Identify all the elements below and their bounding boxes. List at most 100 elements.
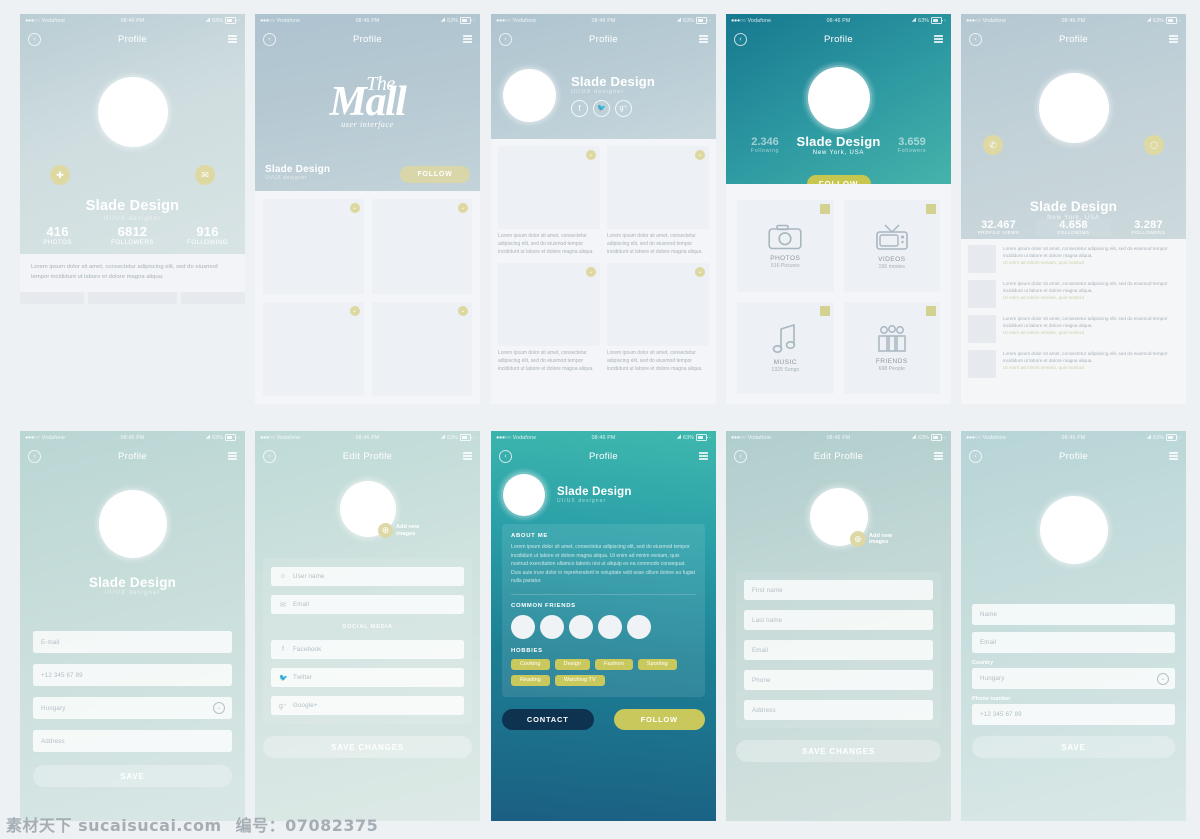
back-button[interactable]: ‹: [499, 449, 512, 463]
facebook-field[interactable]: f Facebook: [271, 640, 464, 659]
hobby-tag[interactable]: Reading: [511, 674, 550, 686]
friend-avatar[interactable]: [598, 614, 622, 639]
add-images-button[interactable]: ⊕ Add new images: [850, 531, 899, 547]
feed-card[interactable]: ⌄ Lorem ipsum dolor sit amet, consectetu…: [607, 263, 709, 373]
menu-icon[interactable]: [926, 306, 936, 316]
tile-music[interactable]: MUSIC 1325 Songs: [737, 302, 834, 394]
menu-button[interactable]: [699, 35, 708, 43]
back-button[interactable]: ‹: [969, 32, 982, 46]
save-changes-button[interactable]: SAVE CHANGES: [736, 740, 941, 762]
tile-videos[interactable]: VIDEOS 156 movies: [843, 200, 940, 292]
chevron-down-icon[interactable]: ⌄: [349, 305, 360, 316]
add-friend-button[interactable]: ✚: [50, 165, 70, 185]
chevron-down-icon[interactable]: ⌄: [586, 150, 596, 160]
thumb-tile[interactable]: [87, 292, 178, 304]
email-field[interactable]: E-mail: [33, 631, 232, 653]
username-field[interactable]: ☺ User name: [271, 567, 464, 586]
feed-card[interactable]: ⌄ Lorem ipsum dolor sit amet, consectetu…: [498, 263, 600, 373]
country-select[interactable]: Hungary ⌄: [33, 697, 232, 719]
feed-card[interactable]: ⌄: [371, 199, 472, 294]
friend-avatar[interactable]: [569, 614, 593, 639]
phone-field[interactable]: +12 345 67 89: [972, 704, 1175, 725]
tile-friends[interactable]: FRIENDS 698 People: [843, 302, 940, 394]
list-item-link[interactable]: Ut enim ad minim veniam, quis nostrud: [1003, 365, 1179, 370]
follow-button[interactable]: FOLLOW: [613, 708, 705, 730]
back-button[interactable]: ‹: [734, 449, 747, 463]
feed-card[interactable]: ⌄: [263, 199, 364, 294]
phone-field[interactable]: Phone: [744, 670, 933, 690]
save-button[interactable]: SAVE: [972, 736, 1175, 758]
list-item-link[interactable]: Ut enim ad minim veniam, quis nostrud: [1003, 295, 1179, 300]
menu-button[interactable]: [934, 452, 943, 460]
twitter-button[interactable]: 🐦: [593, 99, 610, 117]
hobby-tag[interactable]: Fashion: [594, 658, 633, 670]
menu-icon[interactable]: [819, 306, 830, 316]
hobby-tag[interactable]: Design: [554, 658, 590, 670]
feed-card[interactable]: ⌄: [371, 301, 472, 396]
first-name-field[interactable]: First name: [744, 580, 933, 600]
twitter-field[interactable]: 🐦 Twitter: [271, 668, 464, 687]
back-button[interactable]: ‹: [734, 32, 747, 46]
chevron-down-icon[interactable]: ⌄: [695, 150, 705, 160]
friend-avatar[interactable]: [540, 614, 564, 639]
chat-button[interactable]: ◯: [1144, 135, 1164, 155]
chevron-down-icon[interactable]: ⌄: [586, 267, 596, 278]
contact-button[interactable]: CONTACT: [502, 708, 594, 730]
back-button[interactable]: ‹: [28, 32, 41, 46]
chevron-down-icon[interactable]: ⌄: [1157, 672, 1169, 685]
message-button[interactable]: ✉: [195, 165, 215, 185]
menu-button[interactable]: [463, 452, 472, 460]
hobby-tag[interactable]: Sporting: [637, 658, 677, 670]
menu-button[interactable]: [228, 452, 237, 460]
thumb-tile[interactable]: [20, 292, 84, 304]
email-field[interactable]: Email: [972, 632, 1175, 653]
back-button[interactable]: ‹: [263, 449, 276, 463]
back-button[interactable]: ‹: [969, 449, 982, 463]
menu-icon[interactable]: [926, 204, 936, 214]
list-item[interactable]: Lorem ipsum dolor sit amet, consectetur …: [968, 315, 1179, 343]
list-item[interactable]: Lorem ipsum dolor sit amet, consectetur …: [968, 245, 1179, 273]
country-select[interactable]: Hungary ⌄: [972, 668, 1175, 689]
feed-card[interactable]: ⌄ Lorem ipsum dolor sit amet, consectetu…: [607, 146, 709, 256]
chevron-down-icon[interactable]: ⌄: [349, 203, 360, 213]
chevron-down-icon[interactable]: ⌄: [458, 203, 468, 213]
add-images-button[interactable]: ⊕ Add new images: [378, 523, 426, 538]
save-button[interactable]: SAVE: [33, 765, 232, 787]
name-field[interactable]: Name: [972, 604, 1175, 625]
email-field[interactable]: ✉ Email: [271, 595, 464, 614]
friend-avatar[interactable]: [511, 614, 535, 639]
call-button[interactable]: ✆: [983, 135, 1003, 155]
phone-field[interactable]: +12 345 67 89: [33, 664, 232, 686]
back-button[interactable]: ‹: [263, 32, 276, 46]
menu-button[interactable]: [463, 35, 472, 43]
chevron-down-icon[interactable]: ⌄: [458, 305, 468, 316]
hobby-tag[interactable]: Watching TV: [554, 674, 605, 686]
facebook-button[interactable]: f: [571, 99, 588, 117]
menu-icon[interactable]: [819, 204, 830, 214]
googleplus-button[interactable]: g⁺: [615, 99, 632, 117]
hobby-tag[interactable]: Cooking: [511, 658, 550, 670]
chevron-down-icon[interactable]: ⌄: [213, 702, 225, 714]
follow-button[interactable]: FOLLOW: [400, 166, 470, 183]
feed-card[interactable]: ⌄ Lorem ipsum dolor sit amet, consectetu…: [498, 146, 600, 256]
friend-avatar[interactable]: [627, 614, 651, 639]
chevron-down-icon[interactable]: ⌄: [695, 267, 705, 278]
menu-button[interactable]: [1169, 452, 1178, 460]
googleplus-field[interactable]: g⁺ Google+: [271, 696, 464, 715]
address-field[interactable]: Address: [744, 700, 933, 720]
last-name-field[interactable]: Last name: [744, 610, 933, 630]
email-field[interactable]: Email: [744, 640, 933, 660]
feed-card[interactable]: ⌄: [263, 301, 364, 396]
back-button[interactable]: ‹: [28, 449, 41, 463]
list-item-link[interactable]: Ut enim ad minim veniam, quis nostrud: [1003, 330, 1179, 335]
address-field[interactable]: Address: [33, 730, 232, 752]
save-changes-button[interactable]: SAVE CHANGES: [263, 736, 472, 758]
thumb-tile[interactable]: [181, 292, 245, 304]
list-item-link[interactable]: Ut enim ad minim veniam, quis nostrud: [1003, 260, 1179, 265]
back-button[interactable]: ‹: [499, 32, 512, 46]
list-item[interactable]: Lorem ipsum dolor sit amet, consectetur …: [968, 350, 1179, 378]
tile-photos[interactable]: PHOTOS 516 Pictures: [737, 200, 834, 292]
list-item[interactable]: Lorem ipsum dolor sit amet, consectetur …: [968, 280, 1179, 308]
menu-button[interactable]: [1169, 35, 1178, 43]
follow-button[interactable]: FOLLOW: [806, 175, 871, 184]
